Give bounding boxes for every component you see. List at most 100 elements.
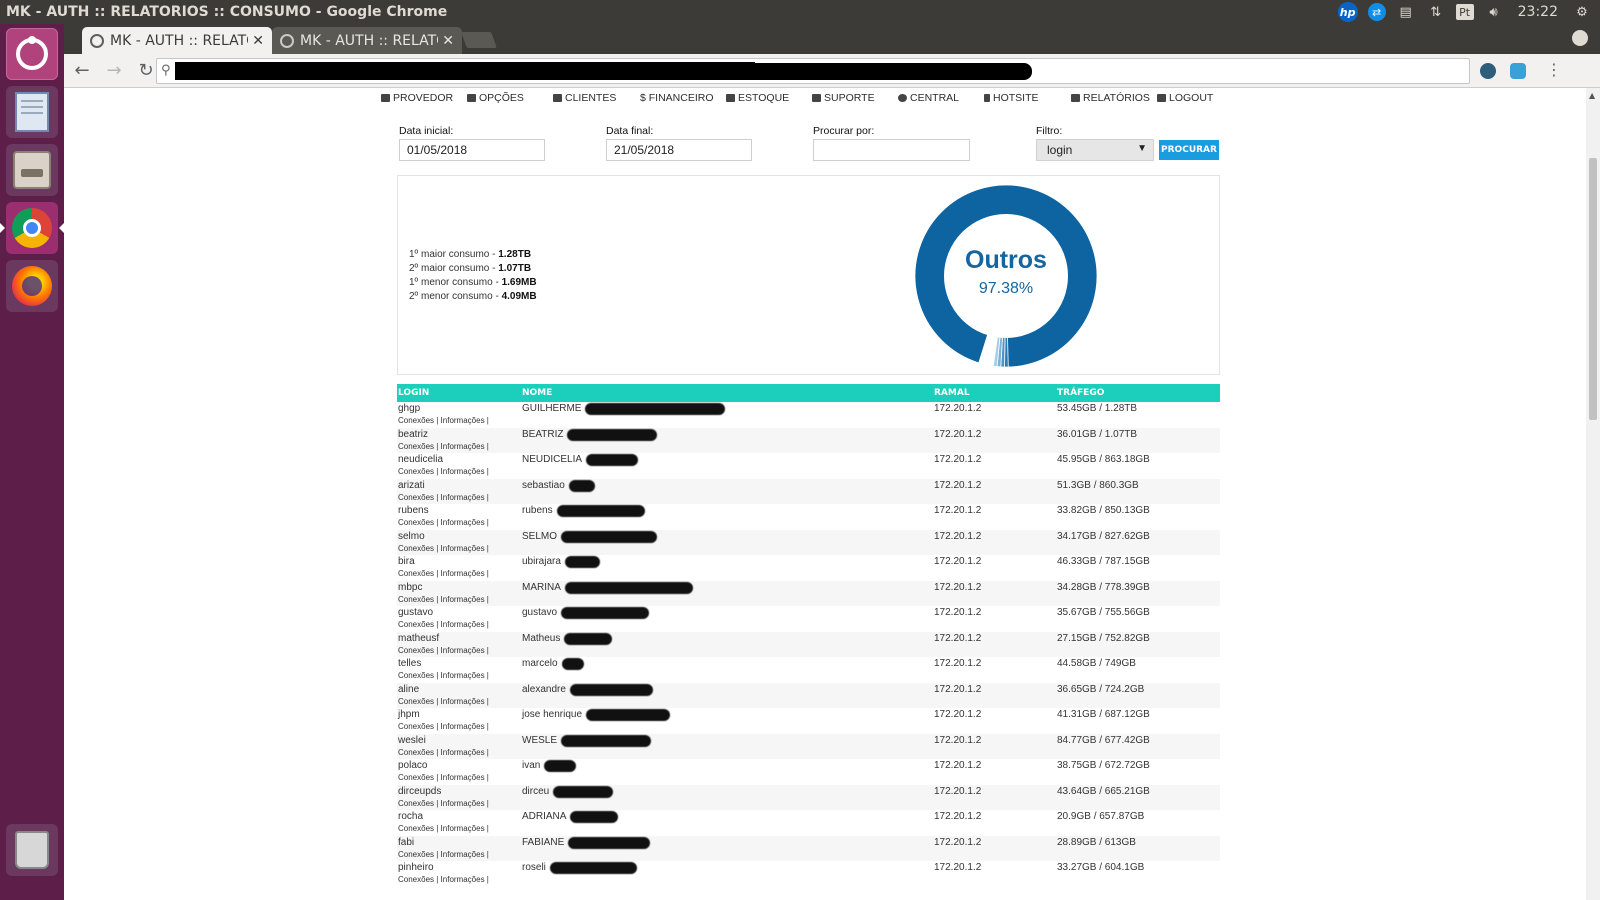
row-action-links[interactable]: Conexões | Informações | <box>398 799 489 808</box>
row-action-links[interactable]: Conexões | Informações | <box>398 416 489 425</box>
chrome-launcher[interactable] <box>6 202 58 254</box>
consumption-donut-chart[interactable]: Outros 97.38% <box>914 184 1098 368</box>
cell-ramal: 172.20.1.2 <box>934 530 982 542</box>
cell-login: weslei <box>398 734 426 746</box>
tab-active[interactable]: MK - AUTH :: RELATO ✕ <box>82 27 272 54</box>
row-action-links[interactable]: Conexões | Informações | <box>398 620 489 629</box>
table-row[interactable]: pinheiro roseli 172.20.1.2 33.27GB / 604.1G… <box>397 861 1220 887</box>
nav-financeiro[interactable]: $ FINANCEIRO <box>640 92 714 104</box>
cell-ramal: 172.20.1.2 <box>934 709 982 720</box>
favicon-icon <box>90 33 104 48</box>
settings-gear-icon[interactable]: ⚙ <box>1572 3 1592 21</box>
row-action-links[interactable]: Conexões | Informações | <box>398 467 489 476</box>
row-action-links[interactable]: Conexões | Informações | <box>398 722 489 731</box>
col-ramal[interactable]: RAMAL <box>934 388 970 398</box>
scrollbar-thumb[interactable] <box>1589 158 1597 420</box>
close-tab-icon[interactable]: ✕ <box>252 33 264 49</box>
row-action-links[interactable]: Conexões | Informações | <box>398 697 489 706</box>
table-row[interactable]: telles marcelo 172.20.1.2 44.58GB / 749GB Co… <box>397 657 1220 683</box>
start-date-input[interactable]: 01/05/2018 <box>399 139 545 161</box>
nav-relatorios[interactable]: RELATÓRIOS <box>1071 92 1150 104</box>
table-row[interactable]: ghgp GUILHERME 172.20.1.2 53.45GB / 1.28TB C… <box>397 402 1220 428</box>
search-input[interactable] <box>813 139 970 161</box>
ubuntu-dash-button[interactable] <box>6 28 58 80</box>
filter-select[interactable]: login ▼ <box>1036 139 1154 161</box>
col-trafego[interactable]: TRÁFEGO <box>1057 388 1104 398</box>
table-row[interactable]: aline alexandre 172.20.1.2 36.65GB / 724.2G… <box>397 682 1220 708</box>
row-action-links[interactable]: Conexões | Informações | <box>398 748 489 757</box>
table-row[interactable]: selmo SELMO 172.20.1.2 34.17GB / 827.62GB Co… <box>397 529 1220 555</box>
table-row[interactable]: mbpc MARINA 172.20.1.2 34.28GB / 778.39GB Co… <box>397 580 1220 606</box>
printer-icon[interactable]: ▤ <box>1396 3 1416 21</box>
row-action-links[interactable]: Conexões | Informações | <box>398 875 489 884</box>
address-bar[interactable]: ⚲ <box>156 58 1470 84</box>
table-row[interactable]: matheusf Matheus 172.20.1.2 27.15GB / 752.8… <box>397 631 1220 657</box>
teamviewer-icon[interactable]: ⇄ <box>1367 3 1386 21</box>
donut-center-percent: 97.38% <box>979 280 1033 297</box>
volume-icon[interactable]: 🔊︎ <box>1484 3 1504 21</box>
new-tab-button[interactable] <box>461 32 497 48</box>
extension-icon[interactable] <box>1480 63 1496 79</box>
nav-hotsite[interactable]: HOTSITE <box>984 92 1039 104</box>
nav-opcoes[interactable]: OPÇÕES <box>467 92 524 104</box>
row-action-links[interactable]: Conexões | Informações | <box>398 646 489 655</box>
nav-provedor[interactable]: PROVEDOR <box>381 92 453 104</box>
row-action-links[interactable]: Conexões | Informações | <box>398 544 489 553</box>
redacted-name <box>567 428 657 441</box>
table-row[interactable]: rubens rubens 172.20.1.2 33.82GB / 850.13GB… <box>397 504 1220 530</box>
close-tab-icon[interactable]: ✕ <box>442 33 454 49</box>
cell-nome: BEATRIZ <box>522 428 564 440</box>
cell-nome: ubirajara <box>522 556 561 567</box>
forward-button[interactable]: → <box>100 57 128 85</box>
row-action-links[interactable]: Conexões | Informações | <box>398 671 489 680</box>
profile-icon[interactable] <box>1572 30 1588 46</box>
row-action-links[interactable]: Conexões | Informações | <box>398 850 489 859</box>
table-row[interactable]: neudicelia NEUDICELIA 172.20.1.2 45.95GB / … <box>397 453 1220 479</box>
document-viewer-launcher[interactable] <box>6 86 58 138</box>
end-date-input[interactable]: 21/05/2018 <box>606 139 752 161</box>
extension-icon[interactable] <box>1510 63 1526 79</box>
network-icon[interactable]: ⇅ <box>1426 3 1446 21</box>
nav-logout[interactable]: LOGOUT <box>1157 92 1213 104</box>
cell-ramal: 172.20.1.2 <box>934 581 982 593</box>
row-action-links[interactable]: Conexões | Informações | <box>398 518 489 527</box>
table-row[interactable]: bira ubirajara 172.20.1.2 46.33GB / 787.15G… <box>397 555 1220 581</box>
row-action-links[interactable]: Conexões | Informações | <box>398 773 489 782</box>
table-row[interactable]: polaco ivan 172.20.1.2 38.75GB / 672.72GB Co… <box>397 759 1220 785</box>
table-row[interactable]: jhpm jose henrique 172.20.1.2 41.31GB / 687… <box>397 708 1220 734</box>
row-action-links[interactable]: Conexões | Informações | <box>398 569 489 578</box>
search-button[interactable]: PROCURAR <box>1159 140 1219 160</box>
row-action-links[interactable]: Conexões | Informações | <box>398 442 489 451</box>
table-row[interactable]: gustavo gustavo 172.20.1.2 35.67GB / 755.56… <box>397 606 1220 632</box>
firefox-launcher[interactable] <box>6 260 58 312</box>
row-action-links[interactable]: Conexões | Informações | <box>398 595 489 604</box>
trash-launcher[interactable] <box>6 824 58 876</box>
row-action-links[interactable]: Conexões | Informações | <box>398 493 489 502</box>
cell-login: telles <box>398 658 422 669</box>
back-button[interactable]: ← <box>68 57 96 85</box>
keyboard-layout-icon[interactable]: Pt <box>1455 4 1474 20</box>
table-row[interactable]: fabi FABIANE 172.20.1.2 28.89GB / 613GB Cone… <box>397 835 1220 861</box>
hp-icon[interactable]: hp <box>1337 2 1358 22</box>
browser-menu-icon[interactable]: ⋮ <box>1546 60 1562 79</box>
nav-central[interactable]: CENTRAL <box>898 92 959 104</box>
nav-estoque[interactable]: ESTOQUE <box>726 92 789 104</box>
table-row[interactable]: dirceupds dirceu 172.20.1.2 43.64GB / 665.2… <box>397 784 1220 810</box>
table-row[interactable]: rocha ADRIANA 172.20.1.2 20.9GB / 657.87GB C… <box>397 810 1220 836</box>
row-action-links[interactable]: Conexões | Informações | <box>398 824 489 833</box>
clock[interactable]: 23:22 <box>1514 4 1562 20</box>
table-row[interactable]: weslei WESLE 172.20.1.2 84.77GB / 677.42GB C… <box>397 733 1220 759</box>
page-scrollbar[interactable]: ▲ <box>1586 88 1600 900</box>
table-row[interactable]: arizati sebastiao 172.20.1.2 51.3GB / 860.3… <box>397 478 1220 504</box>
col-login[interactable]: LOGIN <box>398 388 429 398</box>
nav-clientes[interactable]: CLIENTES <box>553 92 616 104</box>
file-cabinet-icon <box>13 151 51 189</box>
table-row[interactable]: beatriz BEATRIZ 172.20.1.2 36.01GB / 1.07TB… <box>397 427 1220 453</box>
files-launcher[interactable] <box>6 144 58 196</box>
nav-suporte[interactable]: SUPORTE <box>812 92 875 104</box>
tab-second[interactable]: MK - AUTH :: RELATO ✕ <box>272 27 462 54</box>
cell-login: ghgp <box>398 403 421 414</box>
scroll-up-icon[interactable]: ▲ <box>1589 91 1595 100</box>
col-nome[interactable]: NOME <box>522 388 552 398</box>
cell-login: matheusf <box>398 632 440 644</box>
